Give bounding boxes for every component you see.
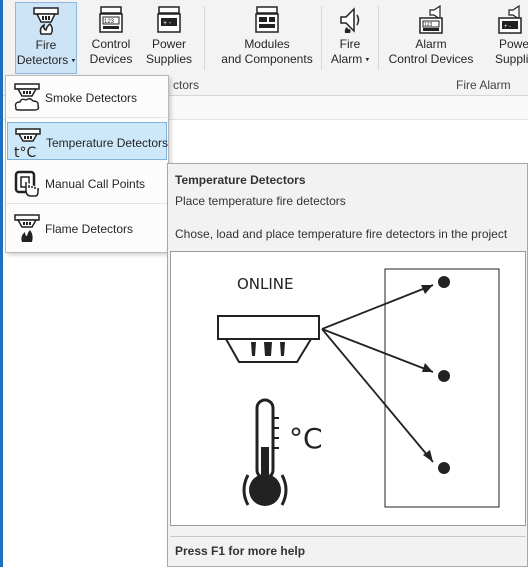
menu-item-label: Flame Detectors [45, 222, 134, 236]
svg-text:123: 123 [424, 22, 433, 28]
smoke-detector-icon [14, 83, 40, 111]
tooltip-subtitle: Place temperature fire detectors [175, 194, 346, 208]
temperature-detector-icon: t°C [14, 128, 41, 159]
menu-item-flame-detectors[interactable]: Flame Detectors [7, 209, 167, 249]
manual-call-point-icon [14, 170, 39, 197]
arrow-head [422, 363, 433, 372]
ribbon-separator [321, 6, 322, 70]
modules-label1: Modules [244, 37, 290, 51]
fire-alarm-icon [340, 7, 360, 33]
tooltip-title: Temperature Detectors [175, 173, 306, 187]
tooltip-temperature-detectors: Temperature Detectors Place temperature … [167, 163, 528, 567]
menu-item-label: Temperature Detectors [46, 136, 169, 150]
fire-detectors-button[interactable]: Fire Detectors ▾ [15, 2, 77, 74]
menu-item-manual-call-points[interactable]: Manual Call Points [7, 164, 167, 204]
connection-arrow [321, 328, 434, 463]
modules-and-components-button[interactable]: Modules and Components [219, 2, 315, 74]
detector-body [217, 315, 320, 340]
control-devices-button[interactable]: 123 Control Devices [86, 2, 136, 74]
chevron-down-icon: ▾ [71, 57, 76, 65]
fire-detectors-label1: Fire [35, 38, 57, 52]
fire-alarm-label1: Fire [339, 37, 361, 51]
menu-item-temperature-detectors[interactable]: t°C Temperature Detectors [7, 122, 169, 160]
connection-arrow [321, 328, 434, 373]
svg-text:t°C: t°C [14, 145, 36, 159]
connection-arrow [321, 284, 434, 330]
power-supplies-2-label1: Power [499, 37, 528, 51]
menu-item-label: Smoke Detectors [45, 91, 138, 105]
alarm-control-device-icon: 123 [419, 5, 443, 34]
group-label-fire-detectors: ctors [173, 78, 200, 92]
power-supplies-2-button[interactable]: + - Power Supplie [485, 2, 528, 74]
device-point [438, 370, 450, 382]
flame-detector-icon [14, 214, 40, 242]
celsius-label: °C [289, 422, 323, 455]
ribbon-separator [204, 6, 205, 70]
control-devices-label2: Devices [89, 52, 133, 66]
modules-label2: and Components [221, 52, 313, 66]
fire-alarm-button[interactable]: Fire Alarm ▾ [327, 2, 373, 74]
tooltip-help-hint: Press F1 for more help [175, 544, 306, 558]
control-device-icon: 123 [99, 6, 123, 33]
power-supply-icon: + - [157, 6, 181, 33]
detector-vent [264, 342, 272, 356]
online-label: ONLINE [237, 275, 294, 293]
ribbon-separator [378, 6, 379, 70]
svg-text:+ -: + - [504, 24, 511, 30]
menu-item-label: Manual Call Points [45, 177, 146, 191]
tooltip-divider [170, 536, 526, 537]
alarm-control-label2: Control Devices [388, 52, 474, 66]
temperature-detector-diagram: ONLINE °C [217, 268, 500, 508]
power-supplies-button[interactable]: + - Power Supplies [143, 2, 195, 74]
fire-detectors-label2: Detectors [16, 53, 69, 67]
thermometer-icon [242, 398, 288, 506]
fire-alarm-label2: Alarm [330, 52, 363, 66]
tooltip-description: Chose, load and place temperature fire d… [175, 227, 508, 241]
power-supplies-label1: Power [151, 37, 186, 51]
menu-item-smoke-detectors[interactable]: Smoke Detectors [7, 78, 167, 118]
alarm-control-devices-button[interactable]: 123 Alarm Control Devices [386, 2, 476, 74]
svg-text:+ -: + - [163, 20, 172, 27]
tooltip-illustration: ONLINE °C [170, 251, 526, 526]
module-icon [255, 6, 279, 33]
svg-text:123: 123 [104, 19, 115, 25]
chevron-down-icon: ▾ [365, 56, 370, 64]
device-point [438, 276, 450, 288]
fire-detector-icon [33, 7, 59, 35]
device-point [438, 462, 450, 474]
power-supplies-2-label2: Supplie [495, 52, 528, 66]
control-devices-label1: Control [91, 37, 131, 51]
fire-detectors-dropdown-menu: Smoke Detectors t°C Temperature Detector… [5, 75, 169, 253]
group-label-fire-alarm: Fire Alarm [456, 78, 511, 92]
alarm-control-label1: Alarm [415, 37, 447, 51]
power-supplies-label2: Supplies [145, 52, 193, 66]
power-supply-icon: + - [498, 5, 522, 34]
